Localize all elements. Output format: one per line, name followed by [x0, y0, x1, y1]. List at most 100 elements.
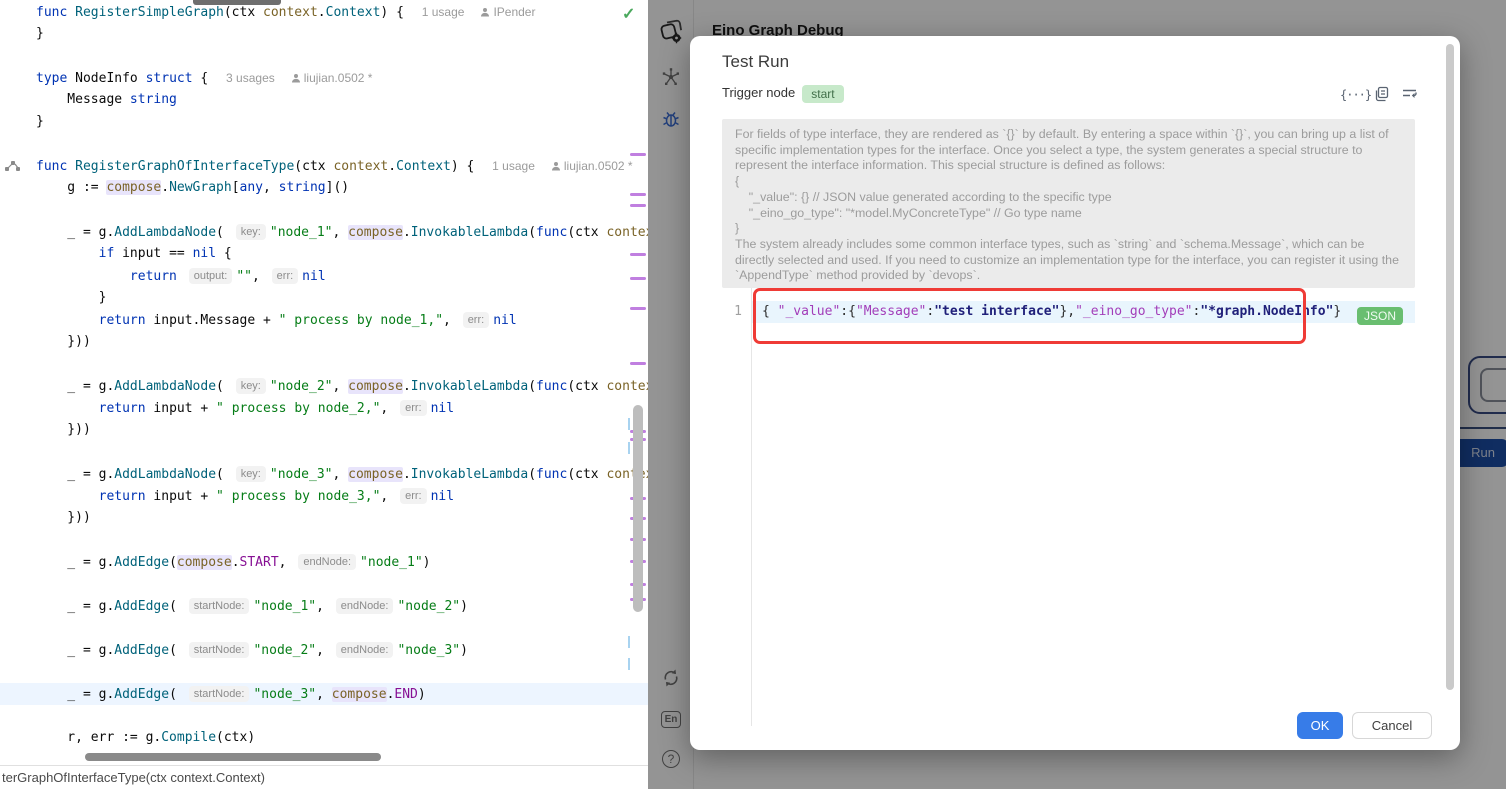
- code-token: return: [130, 269, 177, 284]
- code-line[interactable]: [0, 705, 648, 727]
- dialog-scrollbar[interactable]: [1446, 44, 1454, 690]
- code-lines: func RegisterSimpleGraph(ctx context.Con…: [0, 1, 648, 749]
- code-line[interactable]: Message string: [0, 89, 648, 111]
- code-token: AddLambdaNode: [114, 379, 216, 394]
- code-token: ): [423, 555, 431, 570]
- code-token: (: [169, 599, 185, 614]
- code-token: "node_1": [253, 599, 316, 614]
- code-token: ): [460, 599, 468, 614]
- code-line[interactable]: _ = g.AddEdge( startNode:"node_3", compo…: [0, 683, 648, 705]
- code-line[interactable]: [0, 529, 648, 551]
- code-token: Message: [36, 92, 130, 107]
- stripe-blue-marker: [628, 658, 630, 670]
- vcs-author[interactable]: IPender: [480, 5, 535, 19]
- code-line[interactable]: }: [0, 111, 648, 133]
- editor-horizontal-scrollbar[interactable]: [85, 753, 381, 761]
- code-line[interactable]: [0, 441, 648, 463]
- code-line[interactable]: [0, 617, 648, 639]
- code-line[interactable]: })): [0, 331, 648, 353]
- vcs-author[interactable]: liujian.0502 *: [551, 159, 633, 173]
- graph-gutter-icon[interactable]: [4, 159, 22, 173]
- code-line[interactable]: _ = g.AddEdge( startNode:"node_1", endNo…: [0, 595, 648, 617]
- code-token: _ = g.: [36, 379, 114, 394]
- braces-icon[interactable]: {···}: [1340, 86, 1360, 104]
- code-token: (: [169, 555, 177, 570]
- json-token: }: [1333, 304, 1341, 319]
- code-token: (: [169, 687, 185, 702]
- code-line[interactable]: _ = g.AddEdge( startNode:"node_2", endNo…: [0, 639, 648, 661]
- code-token: [36, 246, 99, 261]
- code-token: "node_3": [253, 687, 316, 702]
- code-token: " process by node_3,": [216, 489, 380, 504]
- code-line[interactable]: [0, 199, 648, 221]
- editor-vertical-scrollbar[interactable]: [633, 405, 643, 612]
- code-token: ](): [326, 180, 349, 195]
- code-token: .: [403, 379, 411, 394]
- json-gutter-separator: [751, 288, 752, 726]
- code-line[interactable]: _ = g.AddEdge(compose.START, endNode:"no…: [0, 551, 648, 573]
- code-token: struct: [146, 71, 193, 86]
- code-token: ) {: [451, 159, 482, 174]
- code-line[interactable]: return input.Message + " process by node…: [0, 309, 648, 331]
- code-line[interactable]: r, err := g.Compile(ctx): [0, 727, 648, 749]
- code-token: ,: [263, 180, 279, 195]
- code-token: context: [333, 159, 388, 174]
- code-line[interactable]: func RegisterSimpleGraph(ctx context.Con…: [0, 1, 648, 23]
- code-token: (ctx: [567, 467, 606, 482]
- code-line[interactable]: _ = g.AddLambdaNode( key:"node_2", compo…: [0, 375, 648, 397]
- code-line[interactable]: [0, 353, 648, 375]
- code-token: " process by node_1,": [279, 313, 443, 328]
- code-line[interactable]: return input + " process by node_2,", er…: [0, 397, 648, 419]
- code-token: START: [240, 555, 279, 570]
- usage-count[interactable]: 1 usage: [492, 159, 535, 173]
- code-token: InvokableLambda: [411, 467, 528, 482]
- test-run-dialog: Test Run Trigger nodestart {···} For fie…: [690, 36, 1460, 750]
- stripe-blue-marker: [628, 418, 630, 430]
- breadcrumb-text: terGraphOfInterfaceType(ctx context.Cont…: [2, 770, 265, 785]
- code-line[interactable]: [0, 661, 648, 683]
- cancel-button[interactable]: Cancel: [1352, 712, 1432, 739]
- code-line[interactable]: _ = g.AddLambdaNode( key:"node_1", compo…: [0, 221, 648, 243]
- code-token: _ = g.: [36, 555, 114, 570]
- code-line[interactable]: }: [0, 287, 648, 309]
- code-line[interactable]: type NodeInfo struct { 3 usagesliujian.0…: [0, 67, 648, 89]
- code-line[interactable]: [0, 573, 648, 595]
- code-line[interactable]: [0, 45, 648, 67]
- vcs-author[interactable]: liujian.0502 *: [291, 71, 373, 85]
- code-line[interactable]: func RegisterGraphOfInterfaceType(ctx co…: [0, 155, 648, 177]
- format-icon[interactable]: [1400, 86, 1420, 104]
- change-marker: [630, 307, 646, 310]
- code-line[interactable]: return output:"", err:nil: [0, 265, 648, 287]
- code-token: "": [236, 269, 252, 284]
- code-token: ,: [380, 489, 396, 504]
- code-line[interactable]: if input == nil {: [0, 243, 648, 265]
- code-line[interactable]: })): [0, 507, 648, 529]
- code-token: ) {: [380, 5, 411, 20]
- code-line[interactable]: return input + " process by node_3,", er…: [0, 485, 648, 507]
- code-token: (: [216, 379, 232, 394]
- inlay-hint: output:: [189, 268, 233, 284]
- change-marker: [630, 277, 646, 280]
- inlay-hint: endNode:: [298, 554, 356, 570]
- code-line[interactable]: })): [0, 419, 648, 441]
- code-line[interactable]: g := compose.NewGraph[any, string](): [0, 177, 648, 199]
- inlay-hint: startNode:: [189, 686, 250, 702]
- code-token: END: [394, 687, 417, 702]
- code-token: }: [36, 26, 44, 41]
- ok-button[interactable]: OK: [1297, 712, 1343, 739]
- editor-change-stripe: [628, 0, 648, 748]
- code-token: ,: [316, 687, 332, 702]
- code-line[interactable]: _ = g.AddLambdaNode( key:"node_3", compo…: [0, 463, 648, 485]
- code-token: compose: [106, 180, 161, 195]
- usage-count[interactable]: 1 usage: [422, 5, 465, 19]
- code-token: ,: [316, 599, 332, 614]
- copy-icon[interactable]: [1372, 86, 1392, 104]
- usage-count[interactable]: 3 usages: [226, 71, 275, 85]
- code-line[interactable]: [0, 133, 648, 155]
- trigger-node-row: Trigger nodestart: [722, 85, 844, 103]
- editor-horizontal-scrollbar-track[interactable]: [0, 749, 648, 765]
- code-token: AddEdge: [114, 599, 169, 614]
- code-token: {: [216, 246, 232, 261]
- code-line[interactable]: }: [0, 23, 648, 45]
- breadcrumb[interactable]: terGraphOfInterfaceType(ctx context.Cont…: [0, 765, 648, 789]
